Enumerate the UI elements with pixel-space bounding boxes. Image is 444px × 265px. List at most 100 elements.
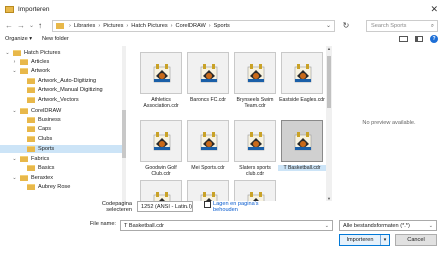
file-tile[interactable] [187,180,229,201]
breadcrumb-pictures[interactable]: Pictures [103,23,123,29]
file-tile[interactable]: Athletics Association.cdr [140,52,182,109]
chevron-down-icon[interactable]: ⌄ [5,49,10,57]
tree-item[interactable]: Artwork_Manual Digitizing [0,86,122,94]
file-list-scrollbar-thumb[interactable] [327,56,331,108]
recent-dropdown-icon[interactable]: ⌄ [29,20,34,32]
chevron-right-icon[interactable]: › [12,58,17,66]
file-thumbnail [187,120,229,162]
tree-item-label: Artwork_Auto-Digitizing [38,78,97,84]
tree-item-label: Articles [31,59,50,65]
tree-item-label: Aubrey Rose [38,184,71,190]
breadcrumb-sports[interactable]: Sports [214,23,230,29]
file-name-label: File name: [89,221,116,227]
coreldraw-file-icon [200,132,218,151]
tree-item[interactable]: › Articles [0,58,122,66]
chevron-down-icon[interactable]: ⌄ [325,221,329,231]
cancel-button[interactable]: Cancel [395,234,437,246]
tree-item[interactable]: ⌄ Fabrics [0,155,122,163]
file-thumbnail [187,180,229,201]
codepage-select[interactable]: 1252 (ANSI - Latin I) ⌄ [137,201,193,212]
preview-pane-icon[interactable] [415,36,423,42]
command-bar: Organize ▾ New folder ? [0,34,444,46]
new-folder-button[interactable]: New folder [42,36,69,42]
chevron-down-icon[interactable]: ⌄ [12,107,17,115]
tree-item[interactable]: Business [0,116,122,124]
organize-button[interactable]: Organize ▾ [5,36,32,42]
file-tile[interactable]: Goodwin Golf Club.cdr [140,120,182,177]
file-list-scrollbar[interactable]: ▲ ▼ [326,46,332,201]
file-name: Brynseels Swim Team.cdr [236,97,274,109]
file-tile[interactable]: Slaters sports club.cdr [234,120,276,177]
chevron-down-icon: ⌄ [428,223,433,229]
folder-icon [27,117,35,123]
tree-item[interactable]: Artwork_Auto-Digitizing [0,77,122,85]
back-icon[interactable]: ← [5,20,13,32]
forward-icon[interactable]: → [17,20,25,32]
coreldraw-file-icon [247,132,265,151]
tree-item-label: Hatch Pictures [24,50,61,56]
window-title: Importeren [18,5,50,13]
address-bar[interactable]: › Libraries › Pictures › Hatch Pictures … [52,20,335,32]
tree-item[interactable]: ⌄ CorelDRAW [0,107,122,115]
preview-message: No preview available. [362,120,416,126]
folder-icon [27,126,35,132]
tree-item-label: Fabrics [31,156,50,162]
chevron-down-icon[interactable]: ⌄ [12,174,17,182]
keep-layers-checkbox[interactable] [204,201,211,208]
tree-item[interactable]: ⌄ Beraxtex [0,174,122,182]
tree-item-label: Sports [38,146,55,152]
file-tile[interactable] [234,180,276,201]
tree-item[interactable]: Aubrey Rose [0,183,122,191]
tree-item[interactable]: Sports [0,145,122,153]
folder-icon [27,78,35,84]
file-name: Mei Sports.cdr [191,165,225,171]
file-name: Eastside Eagles.cdr [279,97,325,103]
file-tile[interactable]: Mei Sports.cdr [187,120,229,171]
tree-item[interactable]: Clubs [0,135,122,143]
file-name-value: T Basketball.cdr [124,223,165,229]
tree-item[interactable]: Artwork_Vectors [0,96,122,104]
file-name: Baroncs FC.cdr [189,97,227,103]
folder-icon [20,59,28,65]
help-icon[interactable]: ? [430,35,438,43]
file-name: T Basketball.cdr [278,165,326,171]
tree-scrollbar[interactable] [122,46,126,204]
import-options-dropdown[interactable]: ▾ [380,235,389,245]
tree-item[interactable]: ⌄ Hatch Pictures [0,49,122,57]
file-thumbnail [234,52,276,94]
import-button[interactable]: Importeren ▾ [339,234,390,246]
tree-item[interactable]: Basics [0,164,122,172]
scroll-up-icon[interactable]: ▲ [326,46,332,51]
file-tile[interactable]: Eastside Eagles.cdr [279,52,325,103]
chevron-down-icon[interactable]: ⌄ [12,67,17,75]
breadcrumb-libraries[interactable]: Libraries [74,23,95,29]
close-icon[interactable]: ✕ [430,3,438,15]
keep-layers-label[interactable]: Lagen en pagina's behouden [213,201,271,213]
app-icon [5,5,14,13]
folder-icon [27,165,35,171]
breadcrumb-coreldraw[interactable]: CorelDRAW [176,23,206,29]
file-tile[interactable] [140,180,182,201]
up-icon[interactable]: ↑ [38,20,42,32]
breadcrumb-hatch-pictures[interactable]: Hatch Pictures [131,23,167,29]
coreldraw-file-icon [247,64,265,83]
file-thumbnail [281,120,323,162]
tree-item[interactable]: Caps [0,125,122,133]
tree-scrollbar-thumb[interactable] [122,110,126,158]
file-type-select[interactable]: Alle bestandsformaten (*.*) ⌄ [339,220,437,231]
file-tile[interactable]: Baroncs FC.cdr [187,52,229,103]
file-tile[interactable]: T Basketball.cdr [278,120,326,171]
file-type-value: Alle bestandsformaten (*.*) [343,223,410,229]
view-options-icon[interactable] [399,36,408,42]
folder-icon [20,108,28,114]
refresh-icon[interactable]: ↻ [340,20,352,32]
file-name-input[interactable]: T Basketball.cdr ⌄ [120,220,333,231]
tree-item[interactable]: ⌄ Artwork [0,67,122,75]
folder-icon [20,175,28,181]
chevron-down-icon[interactable]: ⌄ [12,155,17,163]
file-tile[interactable]: Brynseels Swim Team.cdr [234,52,276,109]
search-input[interactable]: Search Sports ⌕ [366,20,438,32]
address-dropdown-icon[interactable]: ⌄ [326,22,331,29]
scroll-down-icon[interactable]: ▼ [326,196,332,201]
folder-icon [20,68,28,74]
